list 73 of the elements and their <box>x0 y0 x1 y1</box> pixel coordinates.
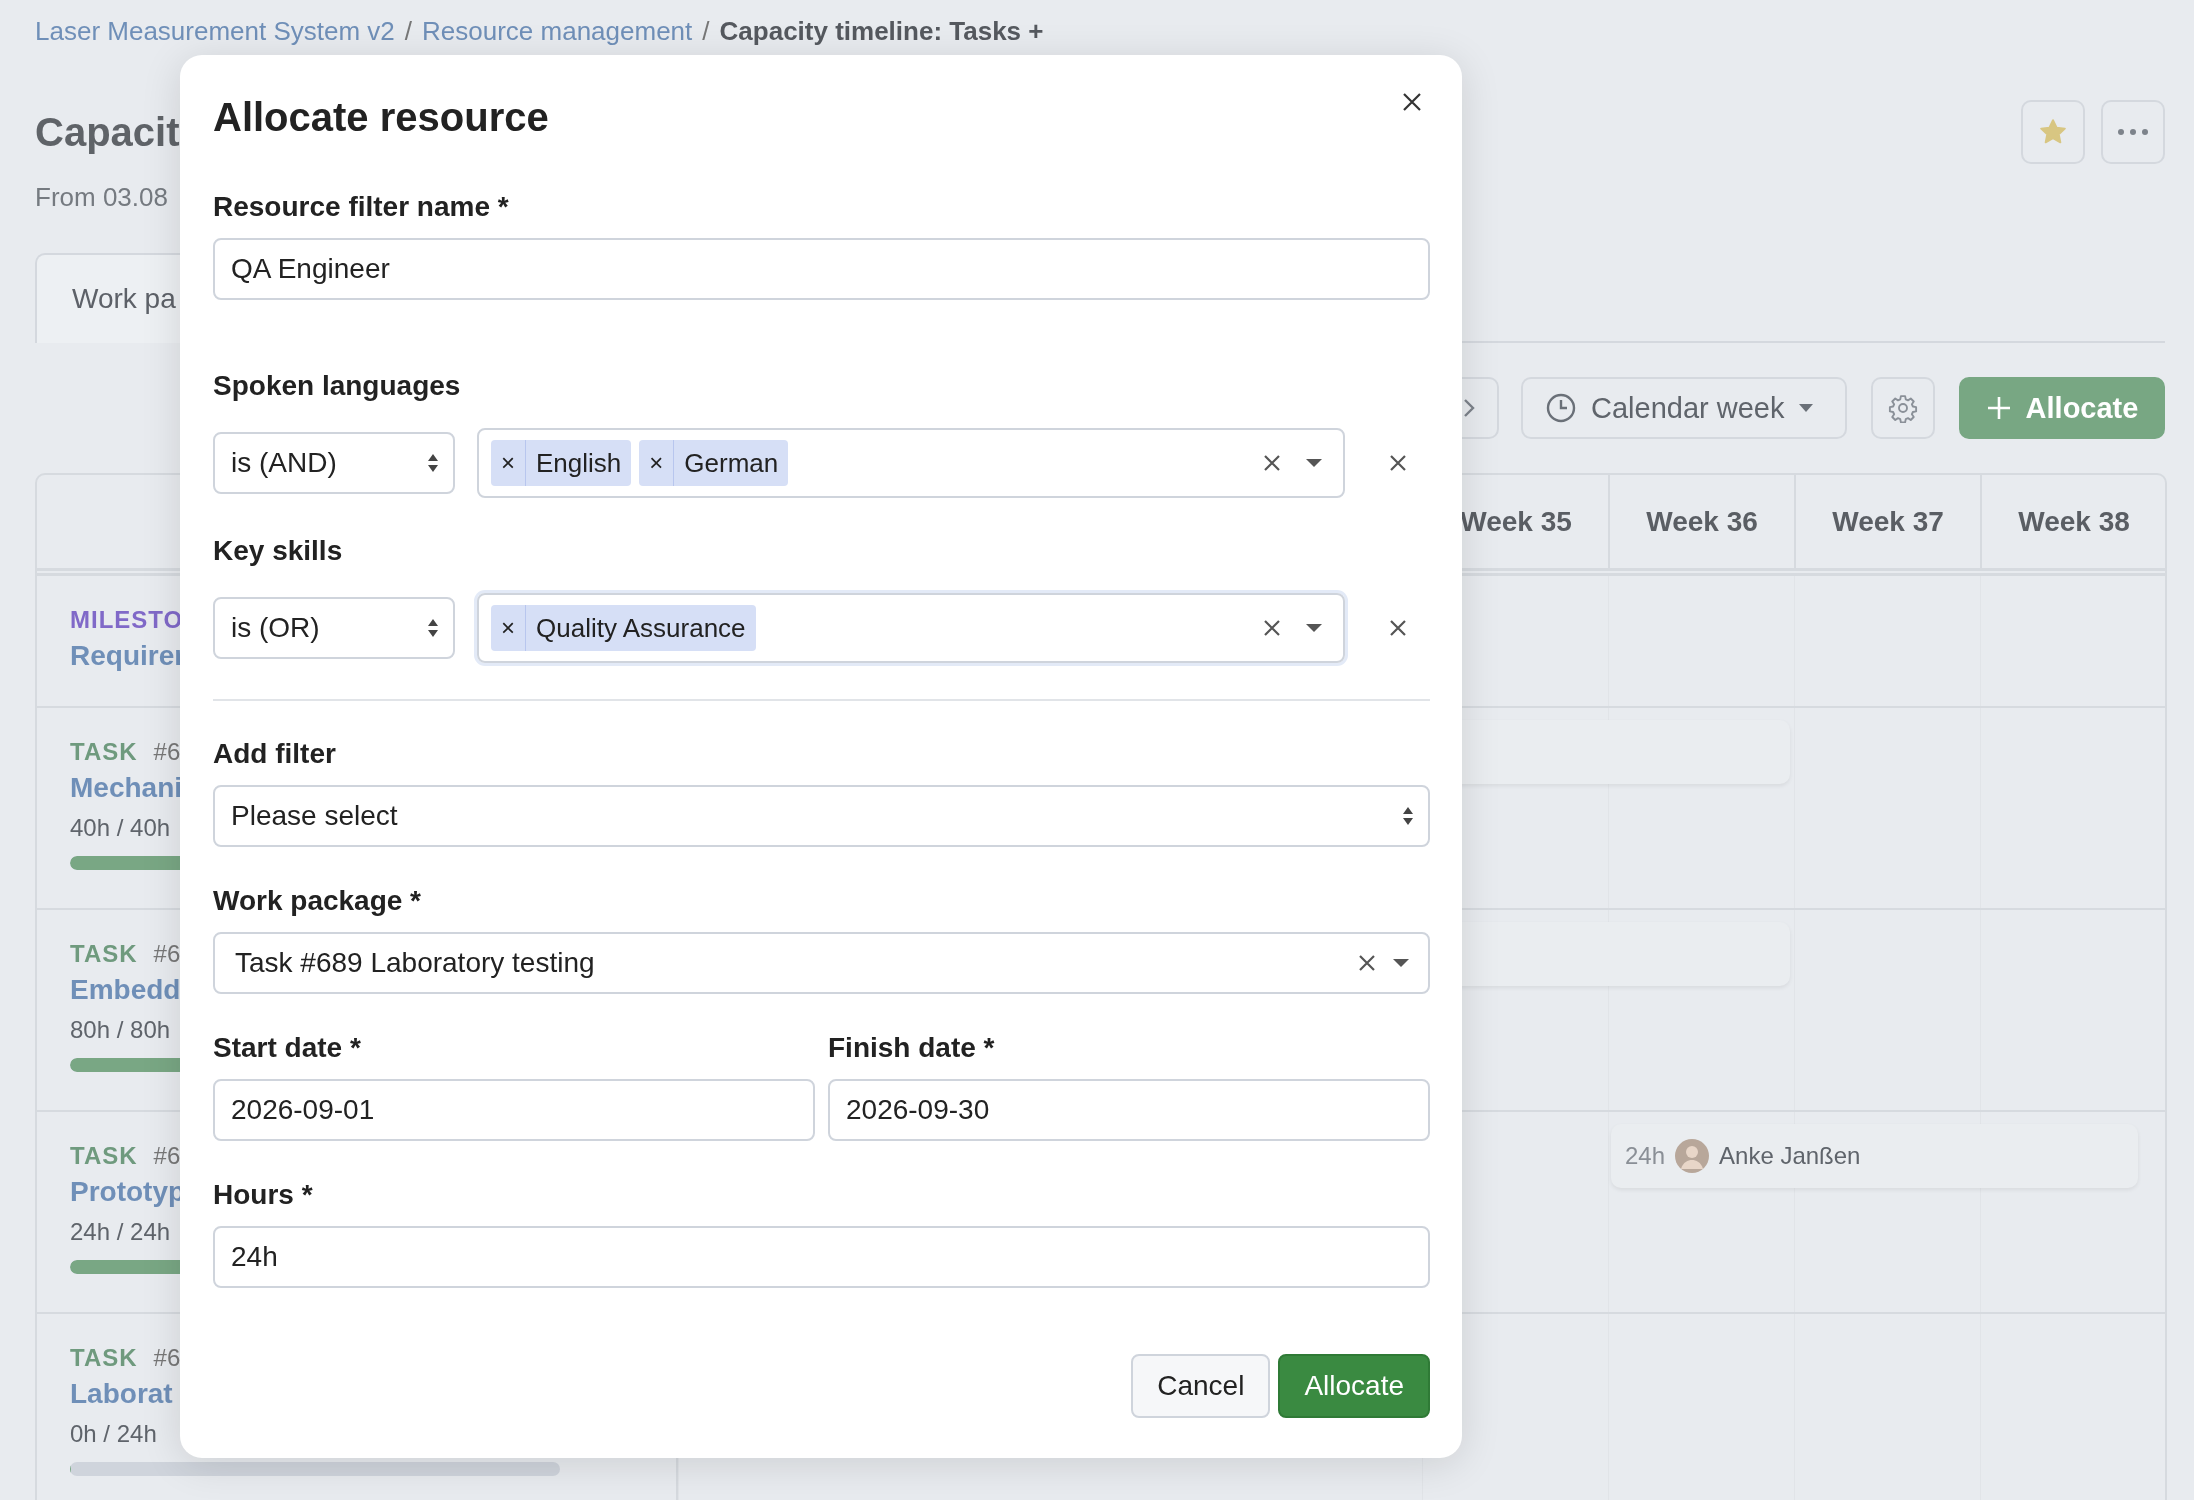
close-icon <box>1389 454 1407 472</box>
input-field[interactable]: QA Engineer <box>213 238 1430 300</box>
remove-tag-button[interactable]: × <box>639 440 675 486</box>
caret-icon[interactable] <box>1392 958 1410 968</box>
caret-icon[interactable] <box>1305 623 1323 633</box>
clear-icon[interactable] <box>1263 619 1281 637</box>
field-label: Resource filter name * <box>213 190 509 224</box>
view-dropdown[interactable]: Calendar week <box>1521 377 1847 439</box>
clock-icon <box>1545 392 1577 424</box>
date-field[interactable]: 2026-09-30 <box>828 1079 1430 1141</box>
value-tag[interactable]: × German <box>639 440 789 486</box>
item-number: #6 <box>153 738 181 766</box>
dialog-title: Allocate resource <box>213 94 549 141</box>
close-icon <box>1402 92 1422 112</box>
updown-icon <box>427 453 439 473</box>
avatar <box>1675 1139 1710 1173</box>
hours-text: 40h / 40h <box>70 814 171 842</box>
multi-select-field[interactable]: × Quality Assurance <box>477 593 1345 663</box>
cancel-button[interactable]: Cancel <box>1131 1354 1271 1418</box>
field-label: Key skills <box>213 534 343 568</box>
item-number: #6 <box>153 940 181 968</box>
breadcrumb-separator: / <box>702 16 710 46</box>
plus-icon <box>1985 395 2012 421</box>
week-header: Week 36 <box>1608 475 1794 568</box>
updown-icon <box>427 618 439 638</box>
updown-icon <box>1402 806 1414 826</box>
item-type: TASK <box>70 1142 138 1170</box>
item-type: TASK <box>70 1344 138 1372</box>
week-header: Week 37 <box>1794 475 1980 568</box>
filter-select[interactable]: Please select <box>213 785 1430 847</box>
submit-button[interactable]: Allocate <box>1278 1354 1430 1418</box>
hours-text: 0h / 24h <box>70 1420 157 1448</box>
clear-icon[interactable] <box>1263 454 1281 472</box>
remove-tag-button[interactable]: × <box>491 605 526 651</box>
breadcrumb-current: Capacity timeline: Tasks + <box>719 16 1044 46</box>
remove-filter-button[interactable] <box>1389 619 1407 637</box>
page-title: Capacit <box>35 109 180 155</box>
remove-filter-button[interactable] <box>1389 454 1407 472</box>
multi-select-field[interactable]: × English × German <box>477 428 1345 498</box>
more-icon <box>2116 128 2150 136</box>
field-label: Start date * <box>213 1031 361 1065</box>
caret-icon[interactable] <box>1305 458 1323 468</box>
field-label: Add filter <box>213 737 336 771</box>
hours-text: 24h / 24h <box>70 1218 171 1246</box>
caret-icon <box>1798 403 1815 413</box>
assignee-name: Anke Janßen <box>1719 1142 1861 1170</box>
work-package-select[interactable]: Task #689 Laboratory testing <box>213 932 1430 994</box>
field-label: Work package * <box>213 884 422 918</box>
item-type: MILESTO <box>70 606 184 634</box>
allocation-hours: 24h <box>1625 1142 1666 1170</box>
operator-select[interactable]: is (OR) <box>213 597 455 659</box>
field-label: Hours * <box>213 1178 313 1212</box>
item-number: #6 <box>153 1344 181 1372</box>
remove-tag-button[interactable]: × <box>491 440 526 486</box>
item-type: TASK <box>70 738 138 766</box>
field-label: Spoken languages <box>213 369 461 403</box>
breadcrumb-separator: / <box>404 16 413 46</box>
input-field[interactable]: 24h <box>213 1226 1430 1288</box>
value-tag[interactable]: × English <box>491 440 632 486</box>
field-label: Finish date * <box>828 1031 995 1065</box>
settings-icon <box>1888 393 1918 423</box>
operator-select[interactable]: is (AND) <box>213 432 455 494</box>
item-type: TASK <box>70 940 138 968</box>
date-range: From 03.08 <box>35 182 168 213</box>
clear-icon[interactable] <box>1358 954 1376 972</box>
allocation-bar[interactable]: 24h Anke Janßen <box>1611 1124 2138 1188</box>
hours-text: 80h / 80h <box>70 1016 171 1044</box>
settings-button[interactable] <box>1871 377 1935 439</box>
value-tag[interactable]: × Quality Assurance <box>491 605 756 651</box>
item-number: #6 <box>153 1142 181 1170</box>
date-field[interactable]: 2026-09-01 <box>213 1079 815 1141</box>
close-icon <box>1389 619 1407 637</box>
week-header: Week 38 <box>1980 475 2166 568</box>
